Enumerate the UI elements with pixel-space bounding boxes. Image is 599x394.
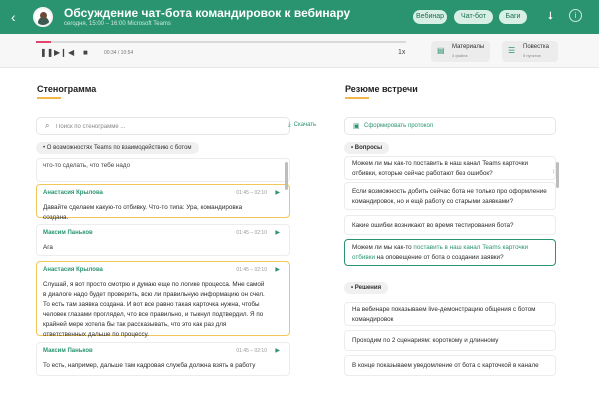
message-time: 01:45 – 02:10	[236, 190, 267, 196]
search-input[interactable]	[56, 122, 206, 132]
skip-forward-icon[interactable]: ▶❙	[54, 48, 67, 57]
chevron-icon[interactable]: ↕	[552, 169, 555, 175]
list-item[interactable]: Анастасия Крылова 01:45 – 02:10 ▶ Давайт…	[36, 184, 290, 221]
folder-icon: ▤	[437, 46, 445, 55]
audio-player: ❚❚ ▶❙ ◀ ■ 00:34 / 10:54 1x ▤ Материалы 3…	[0, 34, 599, 68]
generate-protocol-button[interactable]: ▣ Сформировать протокол	[344, 117, 556, 135]
question-card[interactable]: Можем ли мы как-то поставить в наш канал…	[344, 156, 556, 180]
topic-label: О возможностях Teams по взаимодействию с…	[46, 145, 192, 151]
question-card[interactable]: Можем ли мы как-то поставить в наш канал…	[344, 239, 556, 266]
progress-track[interactable]	[36, 41, 406, 43]
playback-time: 00:34 / 10:54	[104, 50, 134, 56]
document-icon: ▣	[353, 123, 360, 130]
questions-chip[interactable]: • Вопросы	[344, 142, 390, 154]
avatar	[33, 7, 53, 27]
play-icon[interactable]: ▶	[275, 266, 280, 273]
decision-card[interactable]: Проходим по 2 сценариям: короткому и дли…	[344, 330, 556, 351]
list-item[interactable]: Максим Паньков 01:45 – 02:10 ▶ То есть, …	[36, 342, 290, 376]
transcript-list[interactable]: что-то сделать, что тебе надо Анастасия …	[36, 158, 290, 394]
speaker-name: Анастасия Крылова	[43, 267, 103, 273]
list-item[interactable]: Анастасия Крылова 01:45 – 02:10 ▶ Слушай…	[36, 261, 290, 338]
volume-icon[interactable]: ◀	[68, 48, 74, 57]
message-text: Давайте сделаем какую-то отбивку. Что-то…	[43, 204, 243, 221]
summary-title: Резюме встречи	[345, 84, 418, 94]
question-card[interactable]: Какие ошибки возникают во время тестиров…	[344, 215, 556, 235]
decision-card[interactable]: В конце показываем уведомление от бота с…	[344, 355, 556, 376]
transcript-search: ⌕ ⤓Скачать	[36, 117, 316, 135]
agenda-count: 5 пунктов	[523, 53, 541, 58]
decision-card[interactable]: На вебинаре показываем live-демонстрацию…	[344, 302, 556, 326]
question-text: Какие ошибки возникают во время тестиров…	[352, 222, 514, 229]
play-icon[interactable]: ▶	[275, 189, 280, 196]
decision-text: На вебинаре показываем live-демонстрацию…	[352, 306, 536, 323]
page-title: Обсуждение чат-бота командировок к вебин…	[64, 6, 351, 20]
question-card[interactable]: Если возможность добить сейчас бота не т…	[344, 182, 556, 210]
agenda-button[interactable]: ☰ Повестка 5 пунктов	[502, 41, 558, 62]
message-time: 01:45 – 02:10	[236, 230, 267, 236]
materials-title: Материалы	[452, 44, 485, 50]
meeting-datetime: сегодня, 15:00 – 16:00 Microsoft Teams	[64, 21, 171, 27]
back-arrow-icon[interactable]: ‹	[11, 9, 16, 25]
decision-text: В конце показываем уведомление от бота с…	[352, 362, 539, 369]
search-icon: ⌕	[45, 121, 50, 130]
header-bar: ‹ Обсуждение чат-бота командировок к веб…	[0, 0, 599, 34]
question-text: Если возможность добить сейчас бота не т…	[352, 188, 547, 205]
summary-list[interactable]: • Вопросы Можем ли мы как-то поставить в…	[344, 142, 564, 394]
agenda-title: Повестка	[523, 44, 549, 50]
message-text: Слушай, я вот просто смотрю и думаю еще …	[43, 281, 265, 338]
question-text-prefix: Можем ли мы как-то	[352, 244, 414, 251]
question-text: Можем ли мы как-то поставить в наш канал…	[352, 160, 529, 177]
speaker-name: Максим Паньков	[43, 348, 93, 354]
tag-chatbot-button[interactable]: Чат-бот	[454, 10, 493, 24]
decision-text: Проходим по 2 сценариям: короткому и дли…	[352, 337, 499, 344]
transcript-title-underline	[37, 97, 61, 99]
speaker-name: Анастасия Крылова	[43, 190, 103, 196]
question-text-suffix: на оповещение от бота о создании заявки?	[375, 254, 504, 261]
message-time: 01:45 – 02:10	[236, 267, 267, 273]
transcript-scrollbar[interactable]	[285, 162, 288, 190]
download-button[interactable]: ⤓ Скачать	[288, 122, 316, 129]
speaker-name: Максим Паньков	[43, 230, 93, 236]
tag-bugs-button[interactable]: Баги	[499, 10, 527, 24]
list-item[interactable]: что-то сделать, что тебе надо	[36, 158, 290, 182]
materials-count: 3 файла	[452, 53, 468, 58]
decisions-label: Решения	[354, 285, 382, 291]
message-text: что-то сделать, что тебе надо	[43, 162, 131, 169]
transcript-title: Стенограмма	[37, 84, 97, 94]
generate-protocol-label: Сформировать протокол	[364, 123, 434, 129]
share-icon[interactable]: ⭣	[548, 10, 553, 23]
message-text: Ага	[43, 244, 53, 251]
play-icon[interactable]: ▶	[275, 229, 280, 236]
materials-button[interactable]: ▤ Материалы 3 файла	[431, 41, 490, 62]
tag-webinar-button[interactable]: Вебинар	[413, 10, 447, 24]
info-icon[interactable]: i	[569, 9, 582, 22]
message-time: 01:45 – 02:10	[236, 348, 267, 354]
agenda-icon: ☰	[508, 46, 516, 55]
questions-label: Вопросы	[354, 145, 383, 151]
pause-icon[interactable]: ❚❚	[40, 48, 53, 57]
decisions-chip[interactable]: • Решения	[344, 282, 389, 294]
download-label: Скачать	[293, 122, 317, 128]
question-text: Можем ли мы как-то поставить в наш канал…	[352, 243, 548, 263]
playback-speed-button[interactable]: 1x	[398, 49, 405, 56]
message-text: То есть, например, дальше там кадровая с…	[43, 362, 256, 369]
list-item[interactable]: Максим Паньков 01:45 – 02:10 ▶ Ага	[36, 224, 290, 256]
progress-fill	[36, 41, 51, 43]
video-camera-icon[interactable]: ■	[83, 48, 88, 57]
summary-scrollbar[interactable]	[556, 162, 559, 188]
download-icon: ⤓	[288, 122, 291, 128]
play-icon[interactable]: ▶	[275, 347, 280, 354]
topic-chip[interactable]: • О возможностях Teams по взаимодействию…	[36, 142, 199, 154]
summary-title-underline	[345, 97, 369, 99]
